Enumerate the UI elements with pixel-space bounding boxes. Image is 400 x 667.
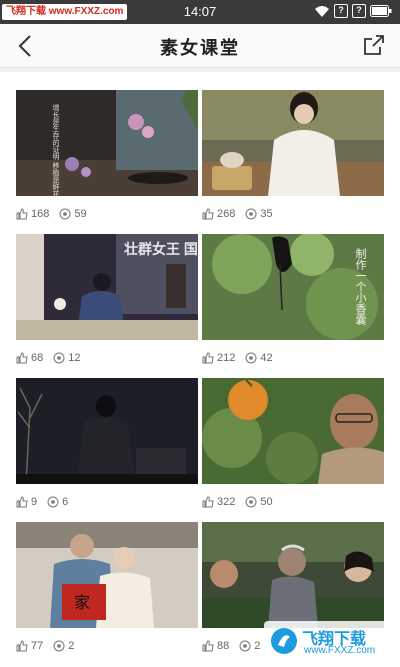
thumbs-up-icon[interactable] — [202, 640, 214, 652]
course-thumbnail[interactable]: 制作一个小香囊 — [202, 234, 384, 340]
battery-icon — [370, 5, 392, 17]
course-card[interactable]: 9 6 — [16, 378, 198, 518]
nav-bar: 素女课堂 — [0, 24, 400, 68]
views-count: 6 — [62, 496, 69, 508]
course-grid: 增长是生存的证明 移植是鲜花的使命 插入剑山 168 59 268 35 壮群女… — [0, 72, 400, 667]
card-stats: 268 35 — [202, 206, 283, 222]
thumb-caption: 壮群女王 国际中 — [124, 241, 198, 257]
thumb-caption: 制作一个小香囊 — [354, 248, 367, 326]
view-icon — [47, 496, 59, 508]
signal-1-icon: ? — [334, 4, 348, 18]
thumbs-up-icon[interactable] — [202, 352, 214, 364]
thumbs-up-icon[interactable] — [202, 496, 214, 508]
page-title: 素女课堂 — [160, 38, 240, 58]
card-stats: 9 6 — [16, 494, 78, 510]
thumbs-up-icon[interactable] — [16, 640, 28, 652]
card-stats: 88 2 — [202, 638, 270, 654]
site-watermark: 飞翔下载 www.FXXZ.com — [264, 621, 392, 663]
course-thumbnail[interactable]: 壮群女王 国际中 — [16, 234, 198, 340]
wifi-icon — [315, 6, 329, 17]
course-thumbnail[interactable] — [202, 522, 384, 628]
view-icon — [53, 352, 65, 364]
likes-count: 9 — [31, 496, 38, 508]
likes-count: 88 — [217, 640, 230, 652]
likes-count: 168 — [31, 208, 50, 220]
view-icon — [245, 496, 257, 508]
views-count: 35 — [260, 208, 273, 220]
signal-2-icon: ? — [352, 4, 366, 18]
card-stats: 322 50 — [202, 494, 283, 510]
course-card[interactable]: 壮群女王 国际中 68 12 — [16, 234, 198, 374]
views-count: 2 — [68, 640, 75, 652]
likes-count: 68 — [31, 352, 44, 364]
share-icon[interactable] — [362, 33, 386, 57]
status-icons: ? ? — [314, 4, 392, 18]
views-count: 2 — [254, 640, 261, 652]
view-icon — [53, 640, 65, 652]
course-thumbnail[interactable] — [202, 90, 384, 196]
course-thumbnail[interactable]: 增长是生存的证明 移植是鲜花的使命 插入剑山 — [16, 90, 198, 196]
card-stats: 77 2 — [16, 638, 84, 654]
likes-count: 268 — [217, 208, 236, 220]
course-thumbnail[interactable]: 家 — [16, 522, 198, 628]
card-stats: 68 12 — [16, 350, 91, 366]
status-bar: 飞翔下载 www.FXXZ.com 14:07 ? ? — [0, 0, 400, 24]
view-icon — [59, 208, 71, 220]
views-count: 50 — [260, 496, 273, 508]
course-thumbnail[interactable] — [16, 378, 198, 484]
views-count: 42 — [260, 352, 273, 364]
thumbs-up-icon[interactable] — [16, 352, 28, 364]
course-card[interactable]: 268 35 — [202, 90, 384, 230]
view-icon — [245, 208, 257, 220]
watermark-url: www.FXXZ.com — [304, 645, 376, 656]
card-stats: 168 59 — [16, 206, 97, 222]
course-card[interactable]: 家 77 2 — [16, 522, 198, 662]
likes-count: 77 — [31, 640, 44, 652]
view-icon — [239, 640, 251, 652]
thumbs-up-icon[interactable] — [202, 208, 214, 220]
course-card[interactable]: 制作一个小香囊 212 42 — [202, 234, 384, 374]
course-thumbnail[interactable] — [202, 378, 384, 484]
course-card[interactable]: 322 50 — [202, 378, 384, 518]
thumb-caption: 增长是生存的证明 移植是鲜花的使命 插入剑山 — [52, 103, 60, 196]
view-icon — [245, 352, 257, 364]
card-stats: 212 42 — [202, 350, 283, 366]
brand-logo-icon — [271, 628, 297, 654]
thumbs-up-icon[interactable] — [16, 208, 28, 220]
views-count: 12 — [68, 352, 81, 364]
likes-count: 322 — [217, 496, 236, 508]
course-card[interactable]: 增长是生存的证明 移植是鲜花的使命 插入剑山 168 59 — [16, 90, 198, 230]
likes-count: 212 — [217, 352, 236, 364]
thumb-caption: 家 — [74, 594, 90, 612]
views-count: 59 — [74, 208, 87, 220]
thumbs-up-icon[interactable] — [16, 496, 28, 508]
